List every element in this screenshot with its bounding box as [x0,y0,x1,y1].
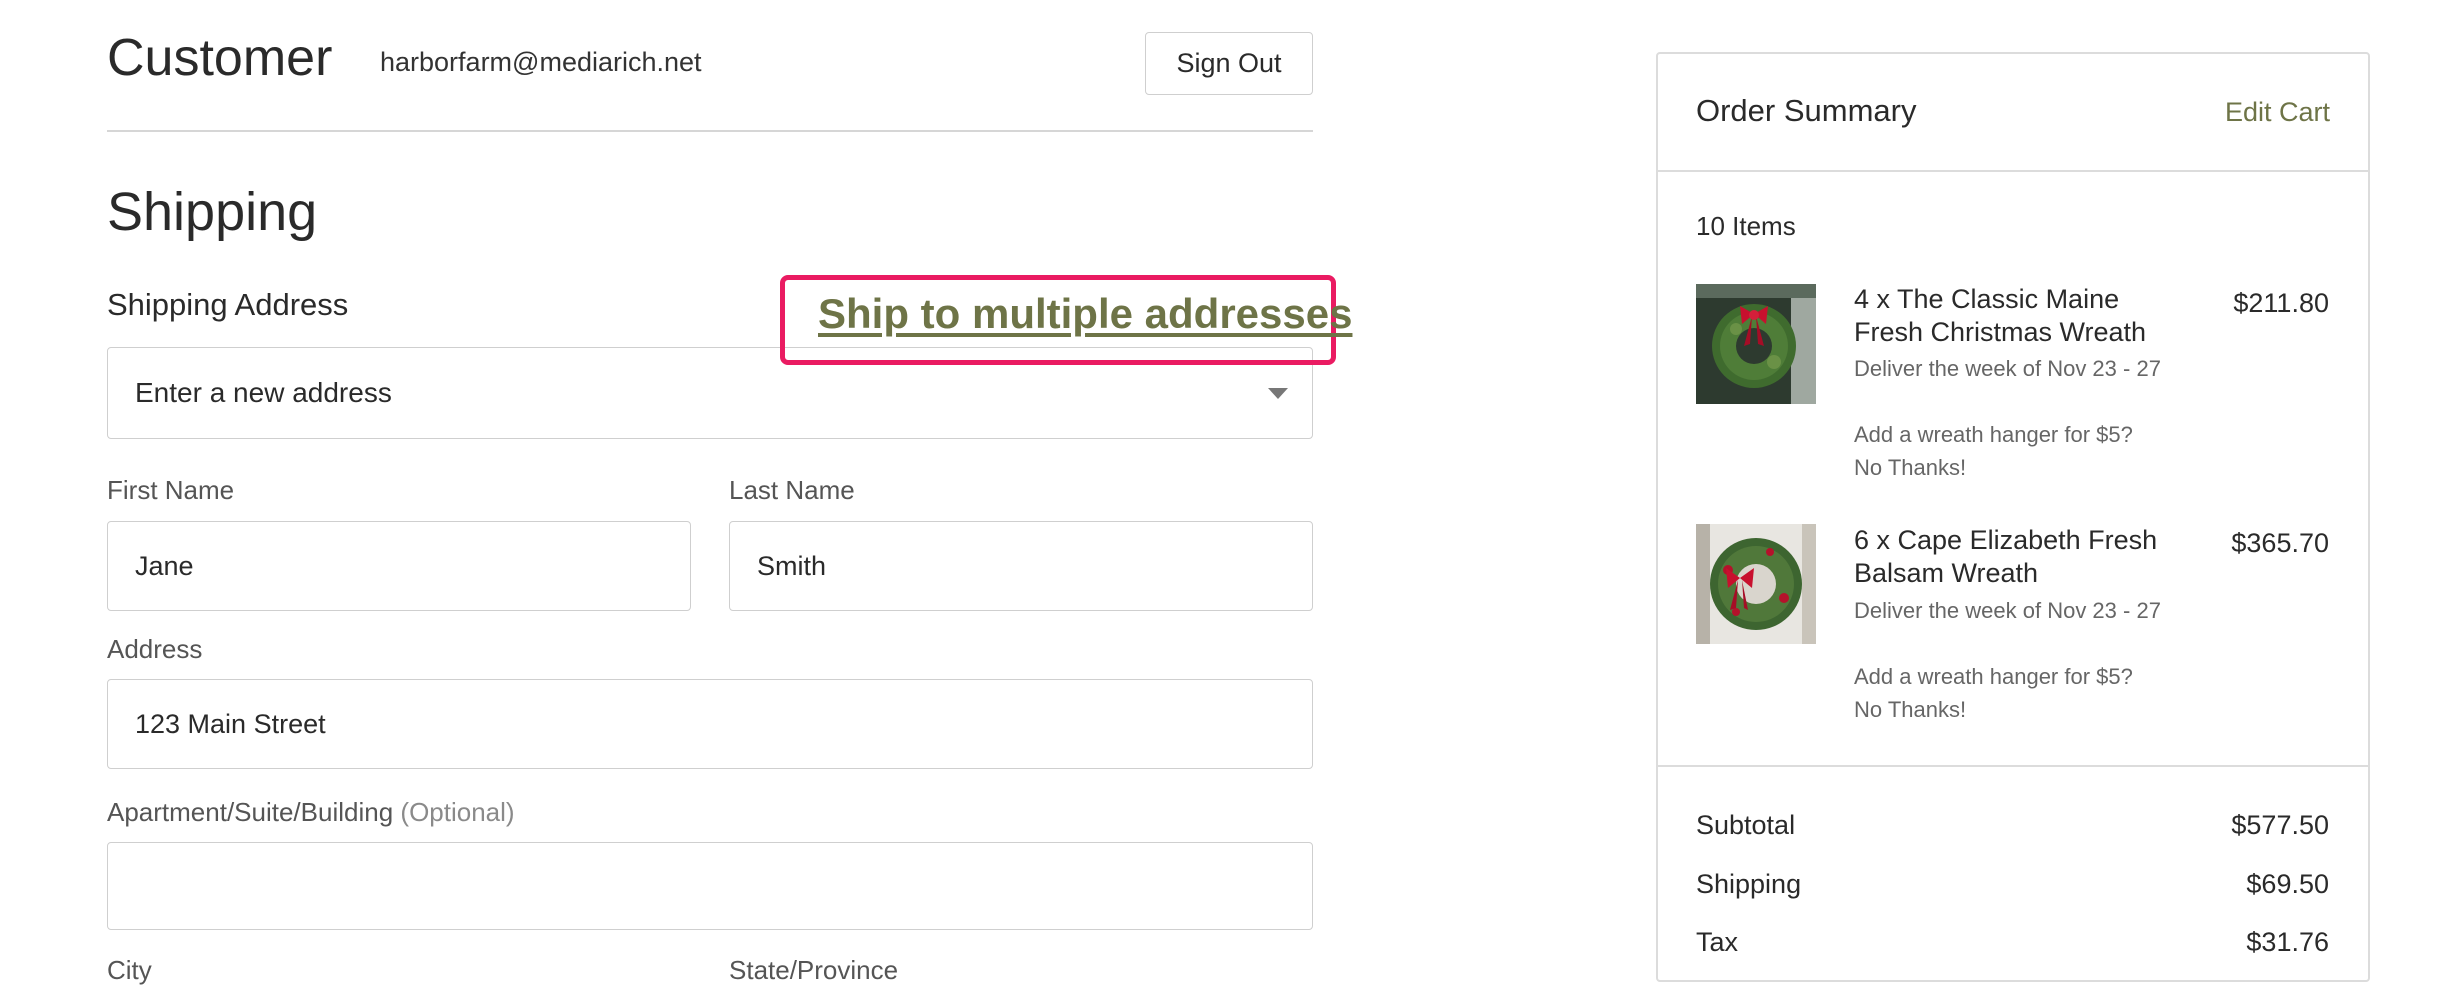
wreath-image [1696,284,1816,404]
wreath-thumbnail [1696,524,1816,644]
subtotal-label: Subtotal [1696,810,1796,840]
item-price: $211.80 [2233,288,2329,318]
last-name-label: Last Name [729,475,855,505]
sign-out-button[interactable]: Sign Out [1145,32,1313,95]
edit-cart-link[interactable]: Edit Cart [2225,95,2330,129]
state-label: State/Province [729,955,899,985]
first-name-field[interactable]: Jane [107,521,691,611]
shipping-address-label: Shipping Address [107,287,349,322]
city-label: City [107,955,152,985]
tax-value: $31.76 [2246,927,2329,957]
divider [1656,765,2370,767]
item-hanger-question: Add a wreath hanger for $5? [1854,422,2133,447]
shipping-cost-label: Shipping [1696,869,1802,899]
tax-label: Tax [1696,927,1739,957]
last-name-field[interactable]: Smith [729,521,1313,611]
first-name-label: First Name [107,475,235,505]
item-title: 6 x Cape Elizabeth Fresh Balsam Wreath [1854,525,2158,588]
divider [1656,170,2370,172]
divider [107,130,1313,132]
item-hanger-choice: No Thanks! [1854,697,1967,722]
wreath-thumbnail [1696,284,1816,404]
shipping-cost-value: $69.50 [2246,869,2329,899]
order-summary-heading: Order Summary [1696,93,1917,128]
shipping-heading: Shipping [107,182,318,242]
customer-heading: Customer [107,29,333,87]
item-title: 4 x The Classic Maine Fresh Christmas Wr… [1854,284,2147,347]
optional-hint: (Optional) [400,797,515,827]
caret-down-icon [1268,388,1288,399]
address-select-value: Enter a new address [135,377,392,408]
apartment-label: Apartment/Suite/Building (Optional) [107,796,515,828]
item-hanger-choice: No Thanks! [1854,455,1967,480]
item-price: $365.70 [2231,528,2329,558]
apartment-label-text: Apartment/Suite/Building [107,797,394,827]
item-delivery: Deliver the week of Nov 23 - 27 [1854,598,2161,623]
customer-email: harborfarm@mediarich.net [380,47,702,77]
item-delivery: Deliver the week of Nov 23 - 27 [1854,356,2161,381]
address-field[interactable]: 123 Main Street [107,679,1313,769]
wreath-image [1696,524,1816,644]
items-count: 10 Items [1696,211,1796,241]
apartment-field[interactable] [107,842,1313,930]
subtotal-value: $577.50 [2231,810,2329,840]
item-hanger-question: Add a wreath hanger for $5? [1854,664,2133,689]
address-label: Address [107,634,203,664]
order-summary-panel [1656,52,2370,982]
ship-multiple-addresses-link[interactable]: Ship to multiple addresses [818,288,1352,340]
